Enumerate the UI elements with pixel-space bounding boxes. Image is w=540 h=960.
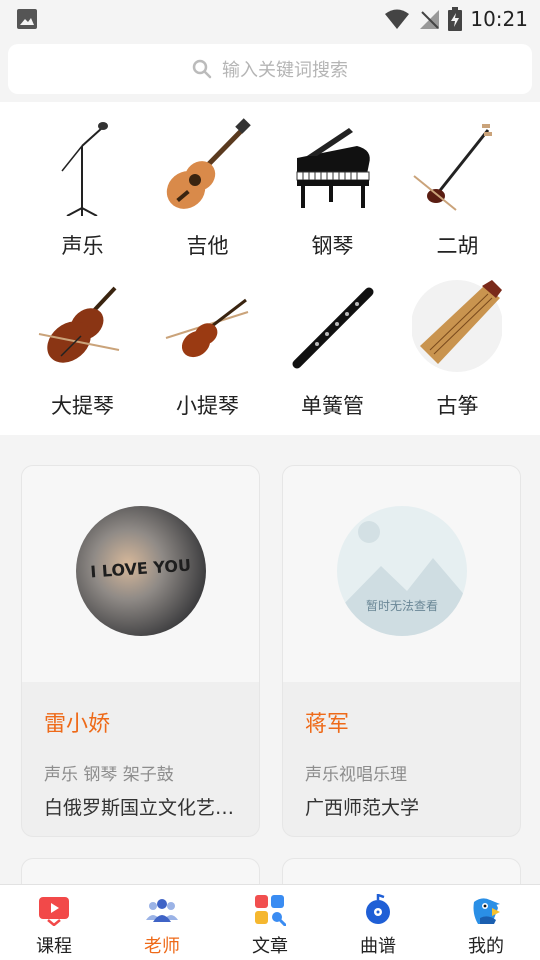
instrument-item-guitar[interactable]: 吉他 [145, 102, 270, 258]
piano-icon [296, 128, 370, 208]
instrument-item-guzheng[interactable]: 古筝 [395, 262, 520, 418]
search-icon [192, 59, 212, 79]
instrument-label: 钢琴 [311, 234, 354, 258]
tab-label: 老师 [144, 936, 180, 957]
no-signal-icon [420, 10, 440, 29]
card-image-area: I LOVE YOU [22, 466, 259, 682]
cello-icon [38, 286, 120, 363]
search-input[interactable]: 输入关键词搜索 [8, 44, 532, 94]
tab-music-score[interactable]: 曲谱 [324, 885, 432, 960]
teacher-tags: 声乐 钢琴 架子鼓 [44, 765, 174, 785]
tab-teachers[interactable]: 老师 [108, 885, 216, 960]
instrument-item-vocal[interactable]: 声乐 [20, 102, 145, 258]
instrument-label: 二胡 [436, 234, 479, 258]
teacher-avatar: I LOVE YOU [76, 506, 206, 636]
teacher-school: 白俄罗斯国立文化艺术大学 [44, 797, 244, 819]
guzheng-icon [412, 280, 502, 372]
instrument-label: 声乐 [61, 234, 104, 258]
erhu-icon [413, 124, 492, 211]
image-notification-icon [17, 9, 37, 29]
bottom-tab-bar: 课程 老师 文章 曲谱 我的 [0, 884, 540, 960]
teacher-name: 蒋军 [305, 712, 350, 737]
status-bar: 10:21 [0, 0, 540, 38]
tab-label: 课程 [36, 936, 72, 957]
instrument-label: 吉他 [186, 234, 229, 258]
tab-label: 我的 [468, 936, 504, 957]
instrument-label: 大提琴 [51, 394, 114, 418]
teacher-name: 雷小娇 [44, 712, 111, 737]
guitar-icon [166, 118, 251, 209]
instrument-item-violin[interactable]: 小提琴 [145, 262, 270, 418]
tab-course[interactable]: 课程 [0, 885, 108, 960]
tab-profile[interactable]: 我的 [432, 885, 540, 960]
instrument-label: 小提琴 [176, 394, 239, 418]
violin-icon [165, 298, 249, 358]
teacher-list: I LOVE YOU 雷小娇 声乐 钢琴 架子鼓 白俄罗斯国立文化艺术大学 暂时… [0, 435, 540, 898]
articles-icon [255, 895, 286, 926]
instrument-label: 古筝 [436, 394, 479, 418]
teacher-school: 广西师范大学 [305, 797, 420, 819]
music-score-icon [366, 894, 390, 924]
teacher-tags: 声乐视唱乐理 [305, 765, 407, 785]
tab-articles[interactable]: 文章 [216, 885, 324, 960]
microphone-icon [61, 122, 108, 216]
card-image-area: 暂时无法查看 [283, 466, 520, 682]
teacher-card[interactable]: I LOVE YOU 雷小娇 声乐 钢琴 架子鼓 白俄罗斯国立文化艺术大学 [21, 465, 260, 837]
wifi-icon [385, 9, 410, 29]
image-unavailable-placeholder: 暂时无法查看 [337, 506, 467, 636]
svg-text:暂时无法查看: 暂时无法查看 [366, 599, 438, 613]
instrument-grid: 声乐 吉他 钢琴 二胡 大提琴 小提琴 单簧管 古筝 [0, 102, 540, 435]
tab-label: 文章 [252, 936, 288, 957]
teacher-card[interactable]: 暂时无法查看 蒋军 声乐视唱乐理 广西师范大学 [282, 465, 521, 837]
instrument-item-erhu[interactable]: 二胡 [395, 102, 520, 258]
instrument-item-cello[interactable]: 大提琴 [20, 262, 145, 418]
instrument-label: 单簧管 [301, 394, 364, 418]
instrument-item-piano[interactable]: 钢琴 [270, 102, 395, 258]
clock: 10:21 [470, 7, 528, 31]
course-play-icon [39, 897, 69, 926]
tab-label: 曲谱 [360, 936, 396, 957]
battery-charging-icon [448, 7, 463, 31]
clarinet-icon [292, 287, 374, 369]
bird-profile-icon [473, 898, 500, 924]
search-placeholder: 输入关键词搜索 [222, 60, 348, 81]
instrument-item-clarinet[interactable]: 单簧管 [270, 262, 395, 418]
teachers-icon [146, 899, 178, 922]
